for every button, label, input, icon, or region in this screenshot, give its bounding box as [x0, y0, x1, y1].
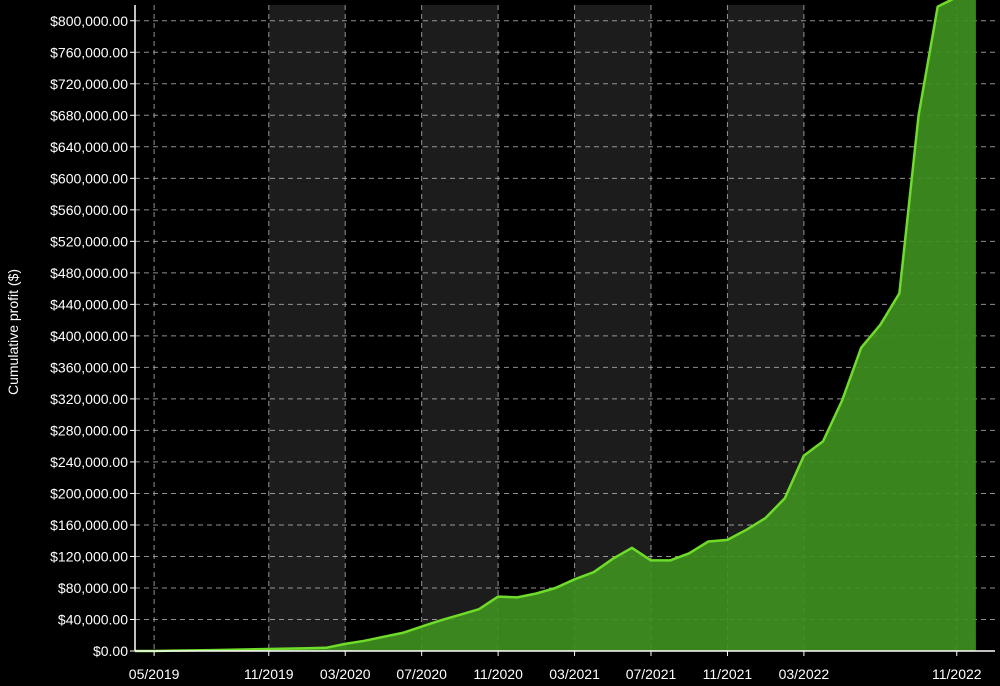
y-tick-label: $400,000.00 — [50, 328, 128, 344]
y-tick-label: $200,000.00 — [50, 485, 128, 501]
area-fill — [135, 0, 976, 651]
y-tick-label: $0.00 — [93, 643, 128, 659]
y-tick-label: $240,000.00 — [50, 454, 128, 470]
x-tick-label: 11/2020 — [473, 666, 523, 682]
x-tick-label: 03/2022 — [779, 666, 830, 682]
x-tick-label: 07/2021 — [626, 666, 677, 682]
y-tick-label: $120,000.00 — [50, 548, 128, 564]
shaded-band — [268, 5, 346, 651]
y-tick-label: $360,000.00 — [50, 359, 128, 375]
y-tick-label: $280,000.00 — [50, 422, 128, 438]
y-tick-label: $520,000.00 — [50, 233, 128, 249]
y-tick-label: $160,000.00 — [50, 517, 128, 533]
x-tick-label: 03/2020 — [320, 666, 371, 682]
y-tick-label: $80,000.00 — [58, 580, 128, 596]
x-tick-label: 11/2021 — [703, 666, 753, 682]
y-tick-label: $760,000.00 — [50, 44, 128, 60]
x-tick-label: 11/2022 — [932, 666, 982, 682]
y-tick-label: $800,000.00 — [50, 13, 128, 29]
y-tick-label: $320,000.00 — [50, 391, 128, 407]
x-tick-label: 03/2021 — [549, 666, 600, 682]
x-tick-label: 05/2019 — [129, 666, 180, 682]
profit-area-chart: $0.00 $40,000.00 $80,000.00 $120,000.00 $160… — [5, 0, 995, 682]
y-tick-label: $40,000.00 — [58, 611, 128, 627]
area-series — [135, 0, 976, 653]
y-tick-label: $640,000.00 — [50, 139, 128, 155]
chart-container: $0.00 $40,000.00 $80,000.00 $120,000.00 $160… — [0, 0, 1000, 686]
x-tick-labels: 05/2019 11/2019 03/2020 07/2020 11/2020 03/20… — [129, 666, 982, 682]
x-tick-label: 11/2019 — [244, 666, 294, 682]
y-tick-labels: $0.00 $40,000.00 $80,000.00 $120,000.00 $160… — [50, 13, 128, 659]
y-tick-label: $440,000.00 — [50, 296, 128, 312]
y-tick-label: $560,000.00 — [50, 202, 128, 218]
y-tick-label: $600,000.00 — [50, 170, 128, 186]
y-tick-label: $680,000.00 — [50, 107, 128, 123]
x-tick-label: 07/2020 — [396, 666, 447, 682]
y-tick-label: $480,000.00 — [50, 265, 128, 281]
y-tick-label: $720,000.00 — [50, 76, 128, 92]
shaded-band — [421, 5, 499, 651]
y-axis-title: Cumulative profit ($) — [5, 269, 21, 395]
